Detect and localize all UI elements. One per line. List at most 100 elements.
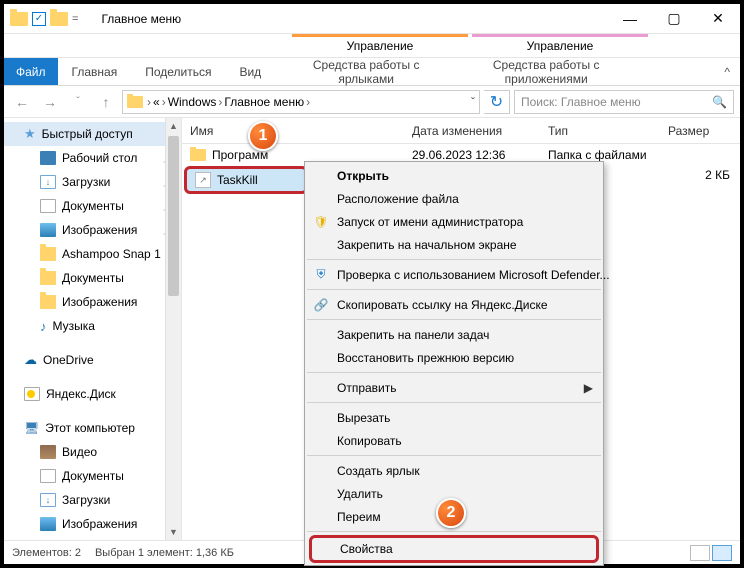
ctx-send-to[interactable]: Отправить▶ [305,376,603,399]
folder-icon [127,96,143,108]
documents-icon [40,199,56,213]
breadcrumb-seg[interactable]: « [153,95,160,109]
documents-icon [40,469,56,483]
tab-file[interactable]: Файл [4,58,58,85]
search-placeholder: Поиск: Главное меню [521,95,641,109]
pc-icon: 🖥 [24,421,39,435]
downloads-icon [40,493,56,507]
folder-icon[interactable] [50,12,68,26]
ctx-file-location[interactable]: Расположение файла [305,187,603,210]
status-selection: Выбран 1 элемент: 1,36 КБ [95,547,234,559]
sidebar-desktop[interactable]: Рабочий стол📌 [4,146,181,170]
context-tab-app-tools[interactable]: Управление [470,34,650,57]
breadcrumb-dropdown-icon[interactable]: ˇ [471,95,475,109]
sidebar-label: Загрузки [62,175,110,189]
sidebar-label: Музыка [53,319,95,333]
sidebar-label: Этот компьютер [45,421,135,435]
ctx-properties[interactable]: Свойства [309,535,599,563]
ctx-cut[interactable]: Вырезать [305,406,603,429]
ctx-run-as-admin[interactable]: 🛡Запуск от имени администратора [305,210,603,233]
breadcrumb-seg[interactable]: Главное меню [224,95,304,109]
ctx-separator [307,372,601,373]
sidebar-music[interactable]: ♪ Музыка [4,314,181,338]
sidebar-pictures[interactable]: Изображения📌 [4,218,181,242]
tab-view[interactable]: Вид [225,65,275,79]
sidebar-scrollbar[interactable]: ▲▼ [165,118,181,540]
search-icon: 🔍 [712,95,727,109]
search-input[interactable]: Поиск: Главное меню 🔍 [514,90,734,114]
nav-back-button[interactable]: ← [10,90,34,114]
window-title: Главное меню [93,12,608,26]
sidebar-documents3[interactable]: Документы [4,464,181,488]
ctx-copy[interactable]: Копировать [305,429,603,452]
ctx-open[interactable]: Открыть [305,164,603,187]
tab-app-tools[interactable]: Средства работы с приложениями [456,58,636,86]
folder-icon [190,149,206,161]
sidebar-pictures2[interactable]: Изображения [4,290,181,314]
qat-check-icon[interactable]: ✓ [32,12,46,26]
col-type[interactable]: Тип [548,124,668,138]
yandex-disk-icon [24,387,40,401]
chevron-right-icon[interactable]: › [162,95,166,109]
chevron-right-icon[interactable]: › [147,95,151,109]
annotation-badge-2: 2 [436,498,466,528]
tab-share[interactable]: Поделиться [131,65,225,79]
col-name[interactable]: Имя [190,124,412,138]
tab-home[interactable]: Главная [58,65,132,79]
sidebar-label: Рабочий стол [62,151,137,165]
chevron-right-icon[interactable]: › [218,95,222,109]
sidebar-quick-access[interactable]: ★Быстрый доступ [4,122,181,146]
sidebar-downloads[interactable]: Загрузки📌 [4,170,181,194]
qat-overflow-icon[interactable]: = [72,13,78,25]
star-icon: ★ [24,126,36,142]
ctx-restore-previous[interactable]: Восстановить прежнюю версию [305,346,603,369]
file-row-taskkill[interactable]: TaskKill [184,166,308,194]
chevron-right-icon[interactable]: › [306,95,310,109]
folder-icon [40,271,56,285]
sidebar-onedrive[interactable]: ☁OneDrive [4,348,181,372]
explorer-window: ✓ = Главное меню — ▢ ✕ Управление Управл… [0,0,744,568]
ctx-defender-scan[interactable]: ⛨Проверка с использованием Microsoft Def… [305,263,603,286]
ctx-yandex-copy-link[interactable]: 🔗Скопировать ссылку на Яндекс.Диске [305,293,603,316]
maximize-button[interactable]: ▢ [652,4,696,34]
tab-shortcut-tools[interactable]: Средства работы с ярлыками [276,58,456,86]
sidebar-documents2[interactable]: Документы [4,266,181,290]
nav-up-button[interactable]: ↑ [94,90,118,114]
nav-history-button[interactable]: ˇ [66,90,90,114]
sidebar-ashampoo[interactable]: Ashampoo Snap 1 [4,242,181,266]
titlebar: ✓ = Главное меню — ▢ ✕ [4,4,740,34]
minimize-button[interactable]: — [608,4,652,34]
sidebar-yandex-disk[interactable]: Яндекс.Диск [4,382,181,406]
scroll-up-icon[interactable]: ▲ [166,118,181,134]
sidebar-pictures3[interactable]: Изображения [4,512,181,536]
sidebar-documents[interactable]: Документы📌 [4,194,181,218]
sidebar-this-pc[interactable]: 🖥 Этот компьютер [4,416,181,440]
ctx-pin-taskbar[interactable]: Закрепить на панели задач [305,323,603,346]
ctx-separator [307,319,601,320]
ctx-label: Проверка с использованием Microsoft Defe… [337,268,610,282]
music-icon: ♪ [40,319,47,334]
ctx-separator [307,289,601,290]
ribbon-collapse-icon[interactable]: ^ [714,65,740,79]
scroll-down-icon[interactable]: ▼ [166,524,181,540]
status-count: Элементов: 2 [12,547,81,559]
sidebar-video[interactable]: Видео [4,440,181,464]
breadcrumb-seg[interactable]: Windows [168,95,217,109]
col-size[interactable]: Размер [668,124,740,138]
view-details-button[interactable] [690,545,710,561]
sidebar-downloads2[interactable]: Загрузки [4,488,181,512]
sidebar-label: Изображения [62,517,137,531]
sidebar-label: Видео [62,445,97,459]
col-date[interactable]: Дата изменения [412,124,548,138]
ctx-create-shortcut[interactable]: Создать ярлык [305,459,603,482]
refresh-button[interactable]: ↻ [484,90,510,114]
view-large-button[interactable] [712,545,732,561]
file-date: 29.06.2023 12:36 [412,148,505,162]
breadcrumb[interactable]: › « › Windows › Главное меню › ˇ [122,90,480,114]
ctx-pin-start[interactable]: Закрепить на начальном экране [305,233,603,256]
nav-forward-button[interactable]: → [38,90,62,114]
scroll-thumb[interactable] [168,136,179,296]
pictures-icon [40,517,56,531]
close-button[interactable]: ✕ [696,4,740,34]
context-tab-shortcut-tools[interactable]: Управление [290,34,470,57]
